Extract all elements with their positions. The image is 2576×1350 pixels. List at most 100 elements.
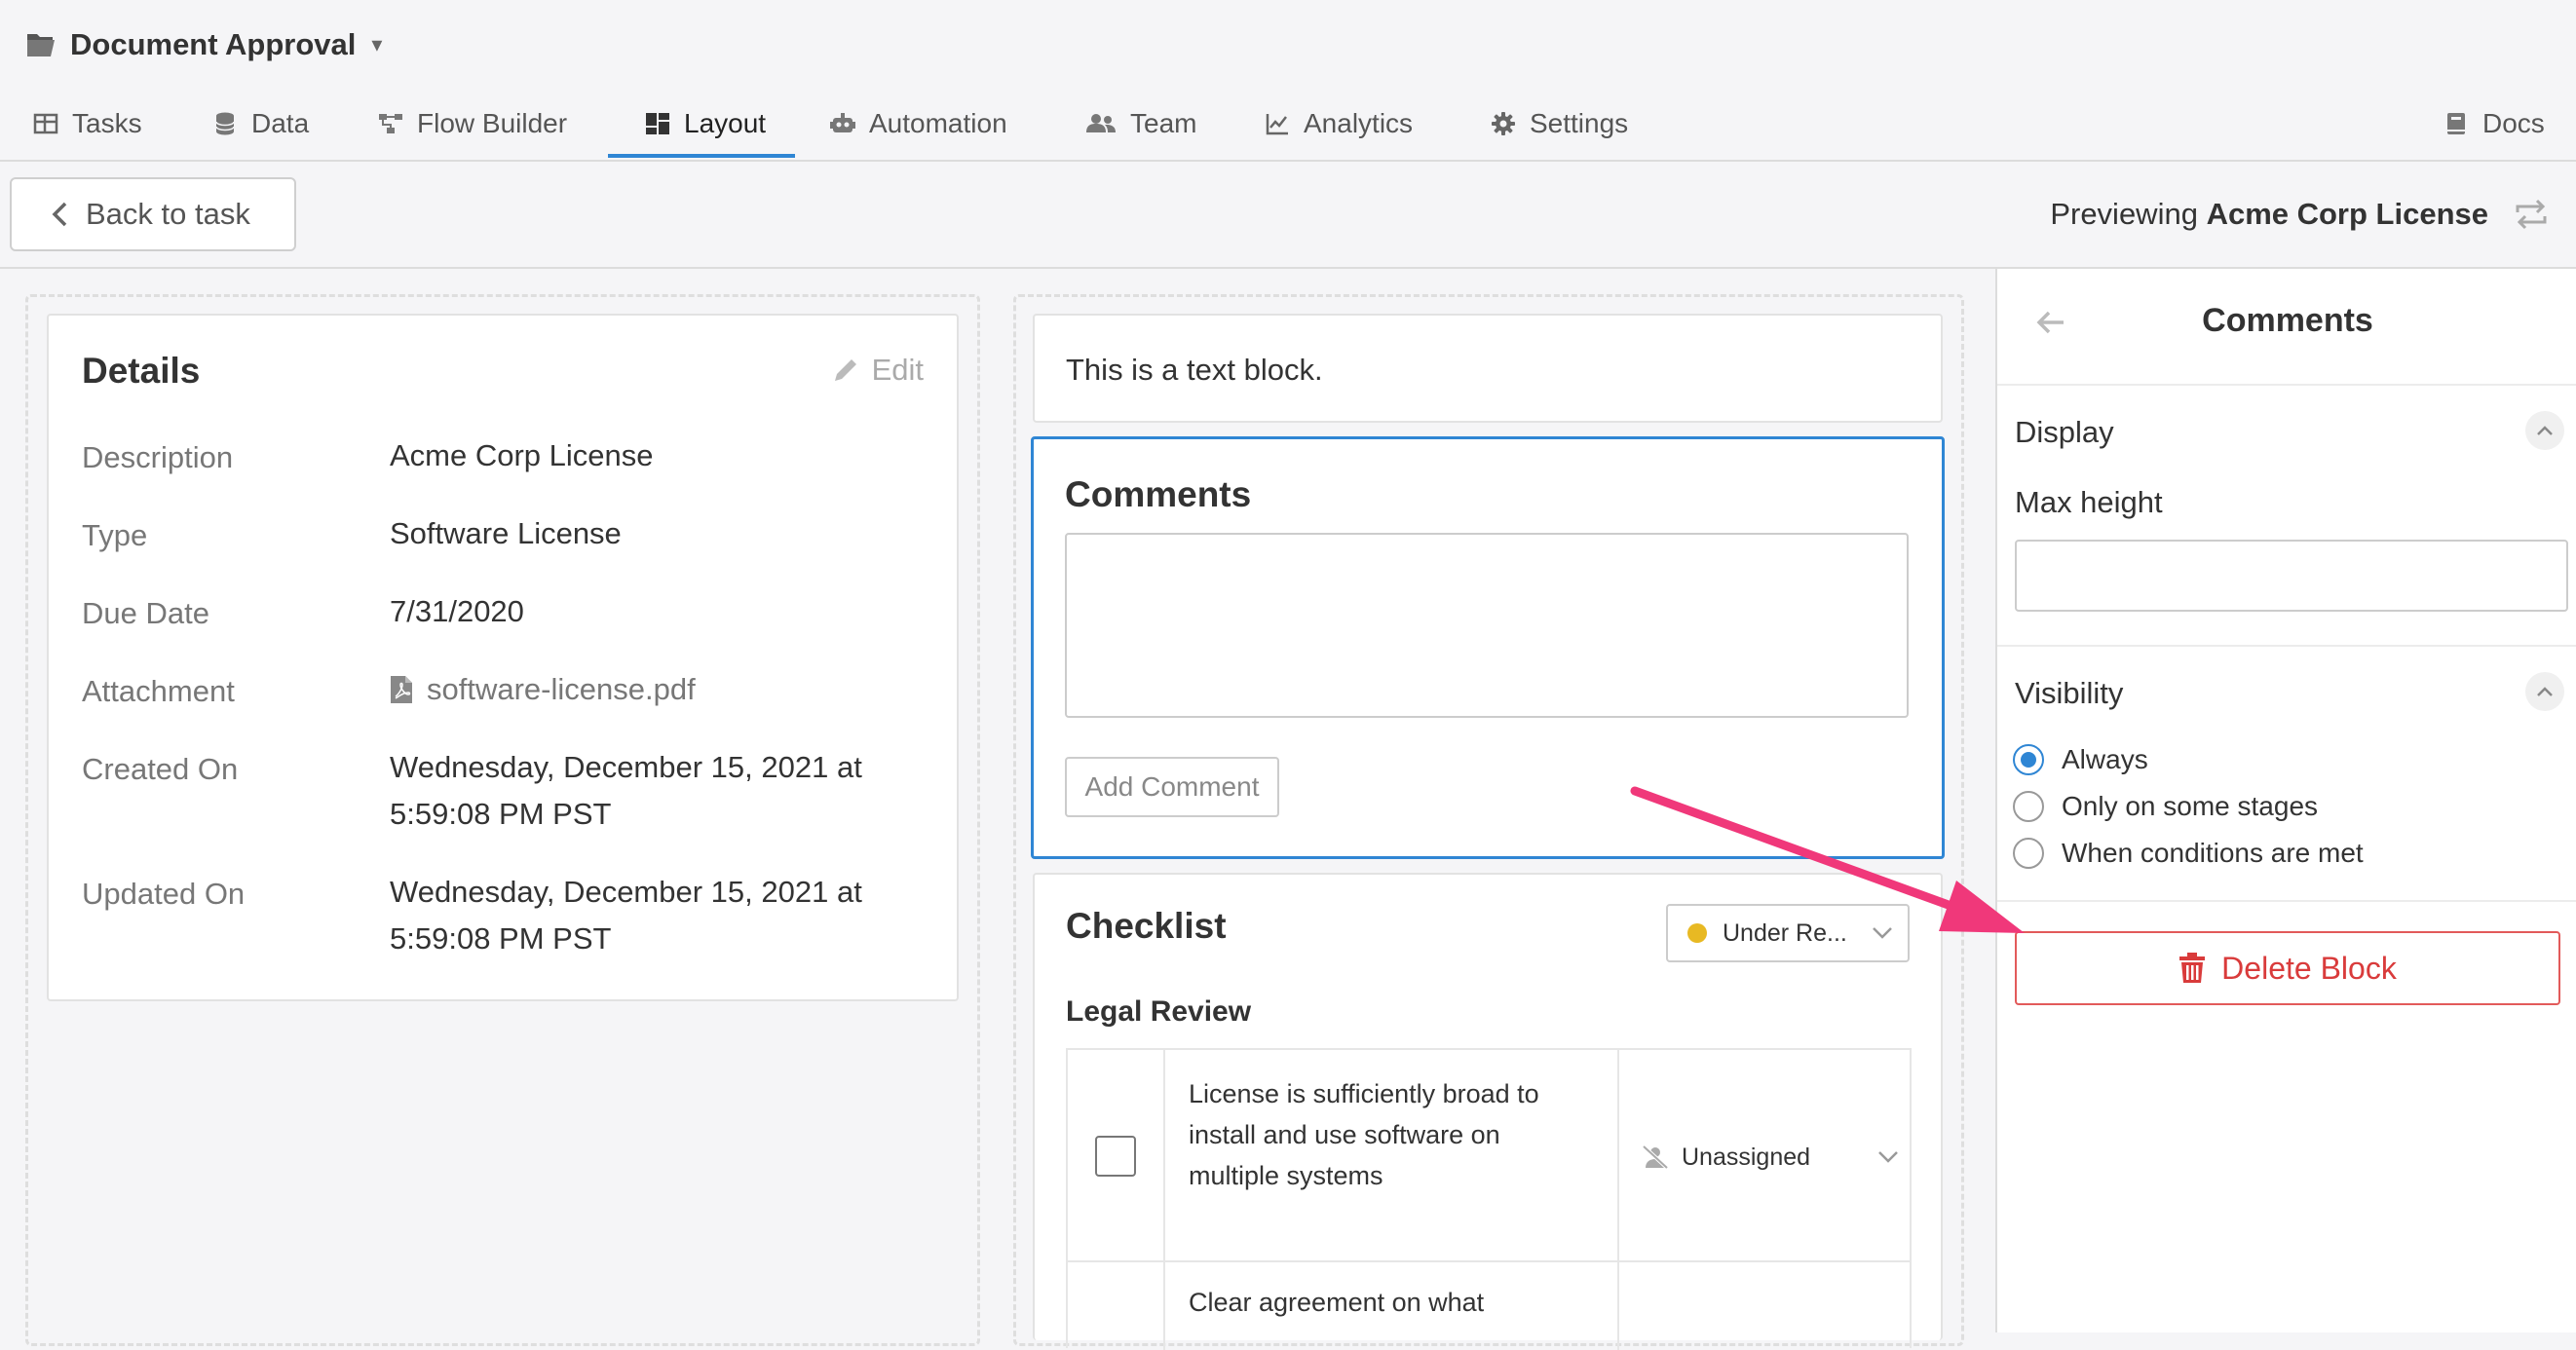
book-icon xyxy=(2447,113,2465,134)
tab-label: Automation xyxy=(869,108,1007,138)
checklist-row: Clear agreement on what xyxy=(1066,1260,1912,1350)
docs-label: Docs xyxy=(2482,108,2545,138)
preview-record-name: Acme Corp License xyxy=(2206,197,2488,231)
edit-label: Edit xyxy=(871,353,924,387)
chevron-up-icon xyxy=(2537,687,2553,696)
radio-button[interactable] xyxy=(2013,744,2044,775)
details-label: Description xyxy=(82,440,234,474)
cell-divider xyxy=(1617,1050,1619,1260)
chevron-down-icon xyxy=(1878,1151,1898,1163)
details-card[interactable]: Details Edit Description Acme Corp Licen… xyxy=(47,314,959,1001)
collapse-visibility-button[interactable] xyxy=(2525,672,2564,711)
tab-data[interactable]: Data xyxy=(212,97,309,160)
main-nav: Tasks Data Flow Builder Layout Automatio… xyxy=(0,97,2576,162)
layout-icon xyxy=(646,113,669,134)
text-block-card[interactable]: This is a text block. xyxy=(1033,314,1943,423)
checklist-title: Checklist xyxy=(1066,906,1227,946)
details-value: Wednesday, December 15, 2021 at 5:59:08 … xyxy=(390,875,862,956)
comment-textarea[interactable] xyxy=(1065,533,1909,718)
checklist-checkbox[interactable] xyxy=(1095,1136,1136,1177)
delete-label: Delete Block xyxy=(2221,950,2397,986)
details-value: 7/31/2020 xyxy=(390,594,524,628)
radio-label: Always xyxy=(2062,744,2148,774)
back-to-task-button[interactable]: Back to task xyxy=(10,177,296,251)
collapse-display-button[interactable] xyxy=(2525,411,2564,450)
comments-block-title: Comments xyxy=(1065,474,1252,514)
chevron-left-icon xyxy=(52,202,67,227)
comments-block-card-selected[interactable]: Comments Add Comment xyxy=(1031,436,1945,859)
visibility-option-conditions[interactable]: When conditions are met xyxy=(2013,838,2364,869)
tab-label: Data xyxy=(251,108,310,138)
tab-label: Analytics xyxy=(1304,108,1414,138)
database-icon xyxy=(215,112,235,135)
layout-canvas: Details Edit Description Acme Corp Licen… xyxy=(0,269,1995,1350)
max-height-input[interactable] xyxy=(2015,540,2568,612)
radio-label: When conditions are met xyxy=(2062,838,2364,868)
assignee-label: Unassigned xyxy=(1682,1143,1811,1171)
user-slash-icon xyxy=(1642,1144,1669,1170)
checklist-status-dropdown[interactable]: Under Re... xyxy=(1666,904,1910,962)
back-label: Back to task xyxy=(86,197,250,231)
details-title: Details xyxy=(82,351,201,391)
radio-button[interactable] xyxy=(2013,791,2044,822)
details-value: Software License xyxy=(390,516,622,550)
display-section-title: Display xyxy=(2015,415,2114,449)
tab-analytics[interactable]: Analytics xyxy=(1265,97,1413,160)
checklist-item-text: License is sufficiently broad to install… xyxy=(1189,1079,1539,1190)
add-comment-button[interactable]: Add Comment xyxy=(1065,757,1279,817)
tab-label: Settings xyxy=(1530,108,1629,138)
tab-label: Team xyxy=(1130,108,1197,138)
attachment-link[interactable]: software-license.pdf xyxy=(390,666,935,713)
tab-flow-builder[interactable]: Flow Builder xyxy=(378,97,567,160)
tab-layout[interactable]: Layout xyxy=(645,97,766,160)
visibility-section-title: Visibility xyxy=(2015,676,2124,710)
trash-icon xyxy=(2179,953,2206,983)
checklist-section-title: Legal Review xyxy=(1066,995,1252,1028)
swap-record-icon[interactable] xyxy=(2512,197,2551,232)
chevron-down-icon: ▾ xyxy=(371,32,383,56)
radio-button[interactable] xyxy=(2013,838,2044,869)
chart-icon xyxy=(1266,114,1288,135)
visibility-option-always[interactable]: Always xyxy=(2013,744,2148,775)
app-title-text: Document Approval xyxy=(70,27,357,61)
divider xyxy=(1997,645,2576,647)
flow-icon xyxy=(379,114,402,133)
status-label: Under Re... xyxy=(1723,919,1847,947)
visibility-option-some-stages[interactable]: Only on some stages xyxy=(2013,791,2318,822)
gear-icon xyxy=(1492,112,1515,135)
attachment-filename: software-license.pdf xyxy=(427,672,696,706)
details-label: Created On xyxy=(82,752,239,786)
pdf-file-icon xyxy=(391,676,412,703)
tab-label: Tasks xyxy=(72,108,142,138)
radio-label: Only on some stages xyxy=(2062,791,2319,821)
app-title-menu[interactable]: Document Approval ▾ xyxy=(25,21,382,68)
chevron-up-icon xyxy=(2537,426,2553,435)
max-height-label: Max height xyxy=(2015,485,2163,519)
details-value: Acme Corp License xyxy=(390,438,654,472)
tab-settings[interactable]: Settings xyxy=(1491,97,1628,160)
assignee-dropdown[interactable]: Unassigned xyxy=(1641,1136,1904,1179)
details-value: Wednesday, December 15, 2021 at 5:59:08 … xyxy=(390,750,862,831)
active-tab-indicator xyxy=(608,154,795,158)
divider xyxy=(1997,384,2576,386)
details-label: Type xyxy=(82,518,148,552)
folder-open-icon xyxy=(27,34,55,56)
top-bar: Document Approval ▾ Tasks Data Flow Buil… xyxy=(0,0,2576,162)
tab-label: Flow Builder xyxy=(417,108,568,138)
tab-tasks[interactable]: Tasks xyxy=(33,97,142,160)
details-label: Due Date xyxy=(82,596,209,630)
preview-toolbar: Back to task Previewing Acme Corp Licens… xyxy=(0,162,2576,269)
delete-block-button[interactable]: Delete Block xyxy=(2015,931,2560,1005)
checklist-item-text: Clear agreement on what xyxy=(1189,1288,1485,1317)
block-settings-panel: Comments Display Max height Visibility A… xyxy=(1995,269,2576,1332)
details-label: Attachment xyxy=(82,674,235,708)
details-edit-button[interactable]: Edit xyxy=(831,353,924,388)
checklist-card[interactable]: Checklist Under Re... Legal Review Licen… xyxy=(1033,873,1943,1350)
tab-automation[interactable]: Automation xyxy=(830,97,1007,160)
docs-link[interactable]: Docs xyxy=(2443,97,2545,160)
tab-team[interactable]: Team xyxy=(1085,97,1196,160)
checklist-row: License is sufficiently broad to install… xyxy=(1066,1048,1912,1262)
checkbox-cell xyxy=(1068,1050,1165,1260)
chevron-down-icon xyxy=(1873,927,1892,939)
checkbox-cell xyxy=(1068,1262,1165,1350)
